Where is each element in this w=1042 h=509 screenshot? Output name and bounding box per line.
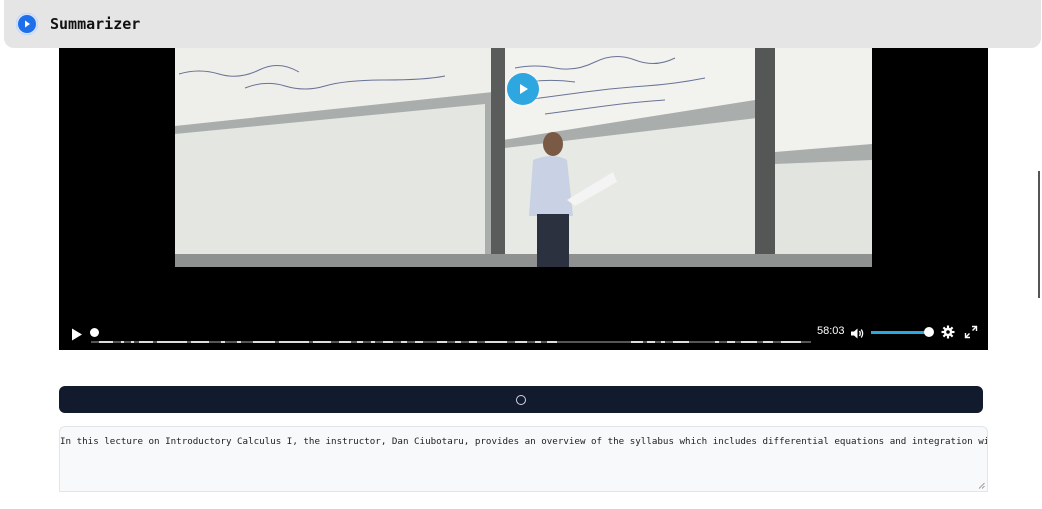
progress-bar[interactable] xyxy=(90,328,811,343)
video-controls: 58:03 xyxy=(59,318,988,346)
loading-spinner-icon xyxy=(516,394,526,405)
app-title: Summarizer xyxy=(50,15,141,33)
summary-text: In this lecture on Introductory Calculus… xyxy=(60,436,987,447)
summarize-button[interactable] xyxy=(59,386,983,413)
fullscreen-icon xyxy=(964,325,978,339)
page-scrollbar[interactable] xyxy=(1038,171,1040,298)
summary-textarea[interactable]: In this lecture on Introductory Calculus… xyxy=(59,426,988,492)
big-play-button[interactable] xyxy=(507,73,539,105)
play-logo-icon xyxy=(16,13,38,35)
duration-label: 58:03 xyxy=(817,325,845,337)
play-icon xyxy=(72,328,82,341)
app-header: Summarizer xyxy=(4,0,1041,48)
progress-knob[interactable] xyxy=(90,328,99,337)
volume-button[interactable] xyxy=(850,325,864,344)
volume-icon xyxy=(851,328,864,339)
resize-grip-icon[interactable] xyxy=(978,482,985,489)
fullscreen-button[interactable] xyxy=(964,324,978,343)
volume-knob[interactable] xyxy=(924,327,934,337)
settings-button[interactable] xyxy=(941,324,955,343)
play-icon xyxy=(520,84,528,94)
video-player[interactable]: 58:03 xyxy=(59,48,988,350)
play-pause-button[interactable] xyxy=(71,326,83,345)
gear-icon xyxy=(941,325,955,339)
